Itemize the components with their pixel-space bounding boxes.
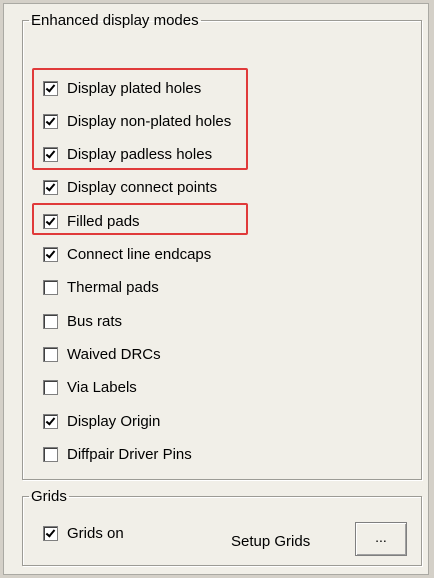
checkbox-label: Display connect points (67, 178, 218, 196)
display-padless-holes-checkbox[interactable]: Display padless holes (43, 143, 212, 165)
checkbox-label: Via Labels (67, 378, 137, 396)
grids-legend: Grids (31, 488, 67, 505)
display-connect-points-checkbox[interactable]: Display connect points (43, 176, 217, 198)
checkbox-box (43, 446, 58, 462)
checkbox-box (43, 246, 58, 262)
checkbox-label: Display plated holes (67, 79, 202, 97)
checkbox-label: Filled pads (67, 212, 140, 230)
display-non-plated-holes-checkbox[interactable]: Display non-plated holes (43, 110, 231, 132)
setup-grids-button[interactable]: ... (355, 522, 407, 556)
setup-grids-label: Setup Grids (231, 533, 311, 550)
checkbox-label: Bus rats (67, 312, 123, 330)
checkbox-label: Diffpair Driver Pins (67, 445, 192, 463)
grids-on-checkbox[interactable]: Grids on (43, 522, 124, 544)
checkbox-box (43, 346, 58, 362)
connect-line-endcaps-checkbox[interactable]: Connect line endcaps (43, 243, 211, 265)
thermal-pads-checkbox[interactable]: Thermal pads (43, 276, 159, 298)
checkbox-label: Display non-plated holes (67, 112, 232, 130)
checkbox-box (43, 146, 58, 162)
checkbox-box (43, 525, 58, 541)
display-origin-checkbox[interactable]: Display Origin (43, 410, 160, 432)
checkbox-label: Connect line endcaps (67, 245, 212, 263)
checkbox-box (43, 179, 58, 195)
checkbox-box (43, 80, 58, 96)
checkbox-label: Grids on (67, 524, 124, 542)
checkbox-label: Display padless holes (67, 145, 213, 163)
filled-pads-checkbox[interactable]: Filled pads (43, 210, 140, 232)
checkbox-box (43, 279, 58, 295)
via-labels-checkbox[interactable]: Via Labels (43, 376, 137, 398)
display-plated-holes-checkbox[interactable]: Display plated holes (43, 77, 201, 99)
checkbox-label: Display Origin (67, 412, 161, 430)
checkbox-label: Thermal pads (67, 278, 159, 296)
checkbox-label: Waived DRCs (67, 345, 161, 363)
diffpair-driver-pins-checkbox[interactable]: Diffpair Driver Pins (43, 443, 192, 465)
checkbox-box (43, 113, 58, 129)
waived-drcs-checkbox[interactable]: Waived DRCs (43, 343, 161, 365)
bus-rats-checkbox[interactable]: Bus rats (43, 310, 122, 332)
enhanced-display-modes-legend: Enhanced display modes (31, 12, 199, 29)
checkbox-box (43, 213, 58, 229)
checkbox-box (43, 379, 58, 395)
checkbox-box (43, 413, 58, 429)
checkbox-box (43, 313, 58, 329)
